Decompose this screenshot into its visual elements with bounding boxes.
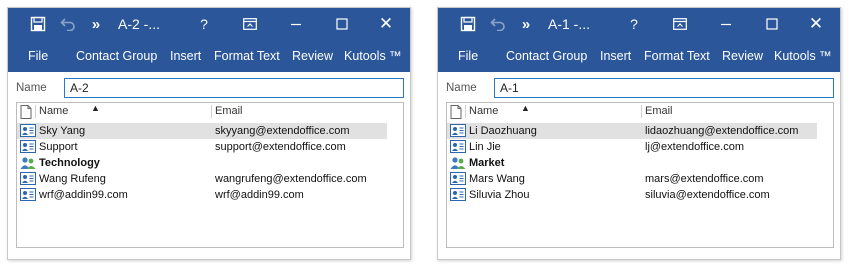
list-item[interactable]: Sky Yang skyyang@extendoffice.com (17, 123, 387, 139)
members-list: Name ▲ Email Sky Yang skyyang@extendoffi… (16, 102, 404, 248)
list-item[interactable]: Technology (17, 155, 387, 171)
title-bar: » A-2 -... ? ✕ (8, 8, 410, 40)
member-name: wrf@addin99.com (39, 189, 128, 201)
column-separator[interactable] (465, 105, 466, 118)
list-item[interactable]: Li Daozhuang lidaozhuang@extendoffice.co… (447, 123, 817, 139)
contact-card-icon (20, 124, 36, 138)
contact-group-icon (450, 156, 466, 170)
tab-file[interactable]: File (28, 40, 48, 72)
title-bar: » A-1 -... ? ✕ (438, 8, 840, 40)
list-item[interactable]: Wang Rufeng wangrufeng@extendoffice.com (17, 171, 387, 187)
tab-review[interactable]: Review (722, 40, 763, 72)
contact-group-icon (20, 156, 36, 170)
contact-card-icon (450, 172, 466, 186)
member-email: lj@extendoffice.com (645, 141, 745, 153)
member-name: Mars Wang (469, 173, 525, 185)
window-title: A-1 -... (548, 16, 591, 32)
member-email: mars@extendoffice.com (645, 173, 764, 185)
tab-contact-group[interactable]: Contact Group (506, 40, 587, 72)
tab-format-text[interactable]: Format Text (644, 40, 710, 72)
contact-card-icon (450, 140, 466, 154)
member-name: Wang Rufeng (39, 173, 106, 185)
tab-kutools[interactable]: Kutools ™ (774, 40, 832, 72)
member-email: skyyang@extendoffice.com (215, 125, 350, 137)
undo-icon[interactable] (486, 8, 510, 40)
tab-format-text[interactable]: Format Text (214, 40, 280, 72)
more-commands-icon[interactable]: » (86, 8, 106, 40)
name-label: Name (446, 82, 477, 94)
name-column-header[interactable]: Name (469, 105, 498, 117)
column-separator[interactable] (211, 105, 212, 118)
list-header: Name ▲ Email (447, 103, 833, 120)
column-separator[interactable] (35, 105, 36, 118)
tab-insert[interactable]: Insert (600, 40, 631, 72)
tab-review[interactable]: Review (292, 40, 333, 72)
ribbon-display-options-icon[interactable] (238, 8, 262, 40)
save-icon[interactable] (26, 8, 50, 40)
minimize-icon[interactable] (714, 8, 738, 40)
name-column-header[interactable]: Name (39, 105, 68, 117)
member-name: Support (39, 141, 78, 153)
contact-card-icon (450, 188, 466, 202)
maximize-icon[interactable] (760, 8, 784, 40)
member-name: Sky Yang (39, 125, 86, 137)
list-item[interactable]: Market (447, 155, 817, 171)
member-name: Market (469, 157, 505, 169)
column-separator[interactable] (641, 105, 642, 118)
document-icon[interactable] (20, 105, 34, 119)
group-name-input[interactable] (64, 78, 404, 98)
email-column-header[interactable]: Email (645, 105, 673, 117)
tab-file[interactable]: File (458, 40, 478, 72)
document-icon[interactable] (450, 105, 464, 119)
list-item[interactable]: Mars Wang mars@extendoffice.com (447, 171, 817, 187)
email-column-header[interactable]: Email (215, 105, 243, 117)
tab-kutools[interactable]: Kutools ™ (344, 40, 402, 72)
sort-ascending-icon: ▲ (521, 103, 530, 113)
contact-card-icon (450, 124, 466, 138)
ribbon-tabs: File Contact Group Insert Format Text Re… (8, 40, 410, 72)
member-name: Lin Jie (469, 141, 501, 153)
maximize-icon[interactable] (330, 8, 354, 40)
contact-card-icon (20, 188, 36, 202)
member-email: wangrufeng@extendoffice.com (215, 173, 367, 185)
member-name: Li Daozhuang (469, 125, 537, 137)
tab-contact-group[interactable]: Contact Group (76, 40, 157, 72)
list-item[interactable]: Siluvia Zhou siluvia@extendoffice.com (447, 187, 817, 203)
close-icon[interactable]: ✕ (374, 8, 398, 40)
window-title: A-2 -... (118, 16, 161, 32)
contact-group-window-a1: » A-1 -... ? ✕ File Contact Group Insert… (437, 7, 841, 260)
close-icon[interactable]: ✕ (804, 8, 828, 40)
list-item[interactable]: Support support@extendoffice.com (17, 139, 387, 155)
member-name: Siluvia Zhou (469, 189, 530, 201)
group-name-input[interactable] (494, 78, 834, 98)
contact-group-window-a2: » A-2 -... ? ✕ File Contact Group Insert… (7, 7, 411, 260)
name-label: Name (16, 82, 47, 94)
list-header: Name ▲ Email (17, 103, 403, 120)
save-icon[interactable] (456, 8, 480, 40)
more-commands-icon[interactable]: » (516, 8, 536, 40)
members-list: Name ▲ Email Li Daozhuang lidaozhuang@ex… (446, 102, 834, 248)
contact-card-icon (20, 140, 36, 154)
help-icon[interactable]: ? (192, 8, 216, 40)
tab-insert[interactable]: Insert (170, 40, 201, 72)
contact-card-icon (20, 172, 36, 186)
minimize-icon[interactable] (284, 8, 308, 40)
member-name: Technology (39, 157, 100, 169)
member-email: support@extendoffice.com (215, 141, 346, 153)
undo-icon[interactable] (56, 8, 80, 40)
sort-ascending-icon: ▲ (91, 103, 100, 113)
list-item[interactable]: wrf@addin99.com wrf@addin99.com (17, 187, 387, 203)
ribbon-tabs: File Contact Group Insert Format Text Re… (438, 40, 840, 72)
list-item[interactable]: Lin Jie lj@extendoffice.com (447, 139, 817, 155)
member-email: siluvia@extendoffice.com (645, 189, 770, 201)
ribbon-display-options-icon[interactable] (668, 8, 692, 40)
member-email: wrf@addin99.com (215, 189, 304, 201)
member-email: lidaozhuang@extendoffice.com (645, 125, 799, 137)
help-icon[interactable]: ? (622, 8, 646, 40)
